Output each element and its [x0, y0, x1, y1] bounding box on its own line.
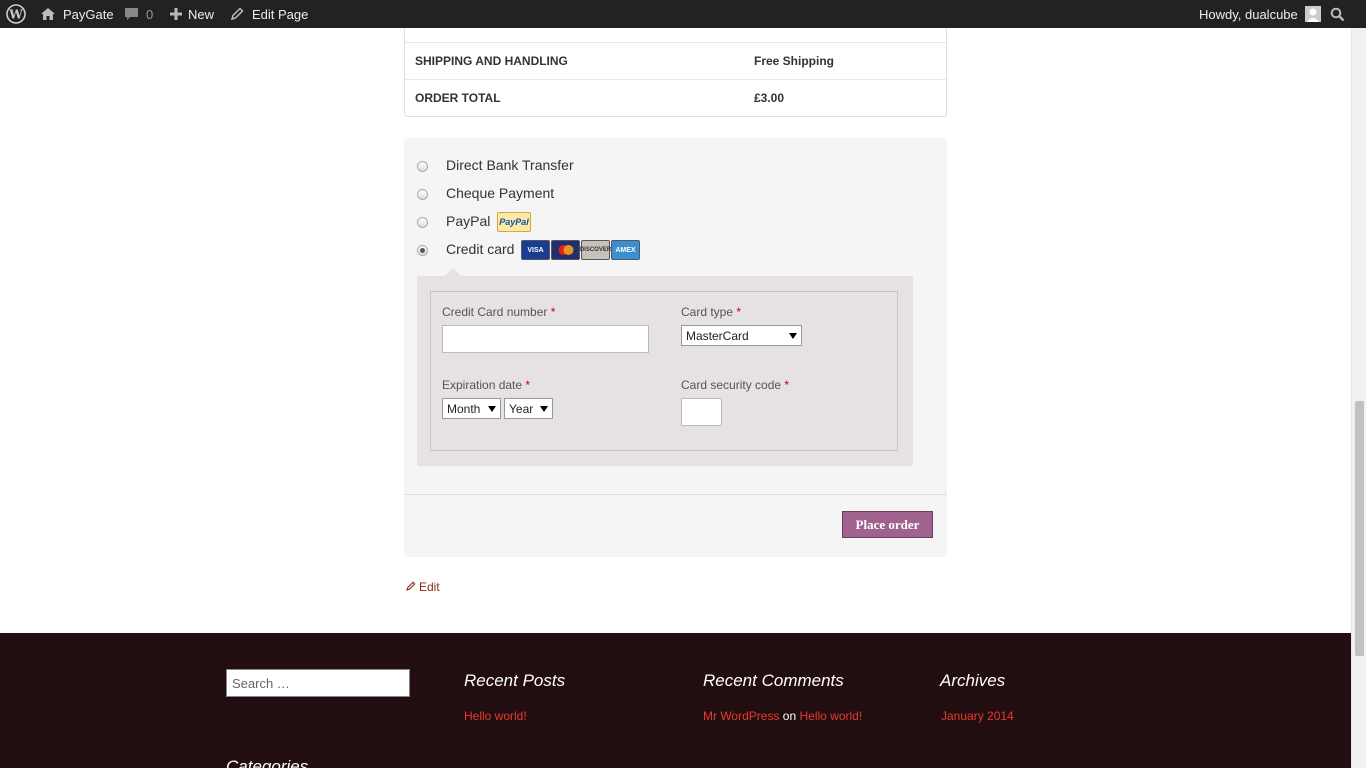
security-code-label: Card security code * [681, 378, 790, 392]
page-scrollbar[interactable] [1351, 28, 1366, 768]
edit-link[interactable]: Edit [406, 580, 440, 594]
payment-method-cheque[interactable]: Cheque Payment [417, 184, 554, 204]
archive-link[interactable]: January 2014 [941, 709, 1014, 723]
card-type-select[interactable]: MasterCard [681, 325, 802, 346]
month-value: Month [447, 401, 481, 416]
edit-label: Edit [419, 580, 440, 594]
comment-on-text: on [782, 709, 797, 723]
comment-post-link[interactable]: Hello world! [800, 709, 863, 723]
pencil-icon [230, 7, 244, 21]
chevron-down-icon [488, 405, 496, 412]
shipping-label: SHIPPING AND HANDLING [415, 54, 568, 68]
amex-card-icon: AMEX [611, 240, 640, 260]
credit-card-form: Credit Card number * Card type * MasterC… [430, 291, 898, 451]
avatar [1304, 6, 1321, 22]
card-type-label: Card type * [681, 305, 742, 319]
plus-icon [169, 7, 183, 21]
recent-post-link[interactable]: Hello world! [464, 709, 527, 723]
footer-search-input[interactable]: Search … [226, 669, 410, 697]
chevron-down-icon [789, 332, 797, 339]
recent-posts-title: Recent Posts [464, 671, 566, 690]
comments-count: 0 [146, 6, 154, 22]
comments-link[interactable]: 0 [124, 0, 153, 28]
admin-bar: W PayGate 0 New Edit Page Howdy, dualcub… [0, 0, 1366, 28]
archives-title: Archives [940, 671, 1006, 690]
card-number-input[interactable] [442, 325, 649, 353]
paypal-label[interactable]: PayPal [446, 213, 490, 229]
bank-transfer-radio[interactable] [417, 160, 428, 172]
site-name-link[interactable]: PayGate [40, 0, 114, 28]
my-account-link[interactable]: Howdy, dualcube [1199, 0, 1321, 28]
comment-author-link[interactable]: Mr WordPress [703, 709, 779, 723]
wordpress-logo-icon[interactable]: W [6, 0, 26, 28]
paypal-logo: PayPal [497, 212, 531, 232]
year-value: Year [509, 401, 534, 416]
recent-comment-item: Mr WordPress on Hello world! [703, 709, 862, 723]
payment-method-credit-card[interactable]: Credit card [417, 240, 514, 260]
shipping-value: Free Shipping [754, 54, 835, 68]
recent-comments-title: Recent Comments [703, 671, 844, 690]
new-content-link[interactable]: New [169, 0, 214, 28]
mastercard-card-icon [551, 240, 580, 260]
chevron-down-icon [540, 405, 548, 412]
svg-text:W: W [8, 8, 23, 22]
scrollbar-thumb[interactable] [1355, 401, 1364, 656]
pencil-icon [406, 580, 416, 594]
order-total-label: ORDER TOTAL [415, 91, 501, 105]
payment-method-paypal[interactable]: PayPal [417, 212, 490, 232]
visa-card-icon: VISA [521, 240, 550, 260]
order-review-table: SHIPPING AND HANDLING Free Shipping ORDE… [404, 28, 947, 117]
comment-icon [124, 7, 139, 21]
security-code-input[interactable] [681, 398, 722, 426]
expiration-year-select[interactable]: Year [504, 398, 553, 419]
new-label: New [188, 6, 215, 22]
place-order-area: Place order [404, 494, 947, 558]
table-row: SHIPPING AND HANDLING Free Shipping [405, 42, 946, 80]
home-icon [40, 6, 56, 22]
edit-page-label: Edit Page [252, 6, 309, 22]
categories-title: Categories [226, 757, 309, 776]
paypal-radio[interactable] [417, 216, 428, 228]
credit-card-form-box: Credit Card number * Card type * MasterC… [417, 268, 913, 466]
card-number-label: Credit Card number * [442, 305, 556, 319]
search-icon[interactable] [1330, 0, 1345, 28]
site-name: PayGate [63, 6, 114, 22]
expiration-month-select[interactable]: Month [442, 398, 501, 419]
place-order-button[interactable]: Place order [842, 511, 933, 538]
edit-page-link[interactable]: Edit Page [230, 0, 308, 28]
order-total-value: £3.00 [754, 91, 785, 105]
payment-section: Direct Bank Transfer Cheque Payment PayP… [404, 138, 947, 557]
cheque-label[interactable]: Cheque Payment [446, 185, 554, 201]
card-type-value: MasterCard [686, 328, 749, 343]
credit-card-label[interactable]: Credit card [446, 241, 514, 257]
table-row: ORDER TOTAL £3.00 [405, 79, 946, 117]
cheque-radio[interactable] [417, 188, 428, 200]
greeting: Howdy, dualcube [1199, 6, 1298, 22]
expiration-date-label: Expiration date * [442, 378, 531, 392]
site-footer: Search … Recent Posts Hello world! Recen… [0, 633, 1351, 776]
bank-transfer-label[interactable]: Direct Bank Transfer [446, 157, 574, 173]
payment-method-bank-transfer[interactable]: Direct Bank Transfer [417, 156, 574, 176]
credit-card-radio[interactable] [417, 244, 428, 256]
discover-card-icon: DISCOVER [580, 240, 611, 260]
